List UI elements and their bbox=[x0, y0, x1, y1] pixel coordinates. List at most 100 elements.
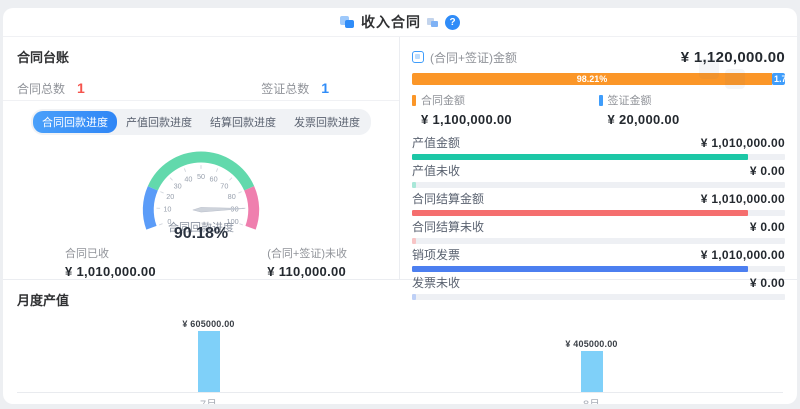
metric-bar-fill bbox=[412, 154, 748, 160]
stat-value: 1 bbox=[77, 80, 85, 96]
metric-label: 合同结算金额 bbox=[412, 192, 484, 207]
metric-value: ¥ 1,010,000.00 bbox=[701, 192, 785, 207]
metric-value: ¥ 1,010,000.00 bbox=[701, 248, 785, 263]
legend-item: 合同金额 ¥ 1,100,000.00 bbox=[412, 92, 599, 127]
legend-marker bbox=[412, 95, 416, 106]
ledger-stats: 合同总数 1 签证总数 1 bbox=[17, 80, 385, 97]
amount-summary-panel: (合同+签证)金额 ¥ 1,120,000.00 98.21%1.79% 合同金… bbox=[400, 37, 797, 279]
bar bbox=[581, 351, 603, 392]
metric-bar-fill bbox=[412, 238, 416, 244]
metric-bar-fill bbox=[412, 294, 416, 300]
contract-ledger-panel: 合同台账 合同总数 1 签证总数 1 合同回款进度产值回款进度结算回款进度发票回款进度… bbox=[3, 37, 400, 279]
metric-label: 产值金额 bbox=[412, 136, 460, 151]
app-header: 收入合同 ? bbox=[3, 8, 797, 37]
metric-value: ¥ 0.00 bbox=[750, 276, 785, 291]
chart-category: ¥ 605000.00 bbox=[17, 319, 400, 392]
metrics-list: 产值金额¥ 1,010,000.00产值未收¥ 0.00合同结算金额¥ 1,01… bbox=[412, 136, 785, 300]
legend-label: 签证金额 bbox=[608, 92, 652, 108]
metric-value: ¥ 0.00 bbox=[750, 220, 785, 235]
metric-bar bbox=[412, 266, 785, 272]
metric-label: 合同结算未收 bbox=[412, 220, 484, 235]
legend-label: 合同金额 bbox=[421, 92, 465, 108]
gauge-stat: 合同已收 ¥ 1,010,000.00 bbox=[65, 245, 156, 279]
watermark bbox=[699, 59, 745, 89]
stat-label: 签证总数 bbox=[261, 80, 309, 97]
svg-text:20: 20 bbox=[166, 192, 174, 201]
gauge-stats: 合同已收 ¥ 1,010,000.00 (合同+签证)未收 ¥ 110,000.00 bbox=[3, 243, 399, 279]
document-icon bbox=[412, 51, 424, 63]
bar-segment: 1.79% bbox=[772, 73, 785, 85]
legend-value: ¥ 1,100,000.00 bbox=[421, 112, 599, 127]
bar-value-label: ¥ 405000.00 bbox=[565, 339, 617, 349]
x-axis-label: 7月 bbox=[17, 393, 400, 404]
gauge-stat: (合同+签证)未收 ¥ 110,000.00 bbox=[267, 245, 347, 279]
files-icon bbox=[340, 15, 355, 29]
monthly-chart: ¥ 605000.00 ¥ 405000.00 bbox=[17, 311, 783, 393]
x-axis-label: 8月 bbox=[400, 393, 783, 404]
svg-text:60: 60 bbox=[210, 174, 218, 183]
metric-bar bbox=[412, 210, 785, 216]
copy-icon[interactable] bbox=[427, 17, 439, 28]
summary-label: (合同+签证)金额 bbox=[430, 49, 517, 66]
metric-header: 产值未收¥ 0.00 bbox=[412, 164, 785, 179]
metric-bar bbox=[412, 182, 785, 188]
metric-label: 销项发票 bbox=[412, 248, 460, 263]
legend-marker bbox=[599, 95, 603, 106]
ledger-title: 合同台账 bbox=[17, 47, 385, 66]
metric-row: 产值未收¥ 0.00 bbox=[412, 164, 785, 188]
metric-bar-fill bbox=[412, 210, 748, 216]
progress-section: 合同回款进度产值回款进度结算回款进度发票回款进度 010203040506070… bbox=[3, 101, 399, 279]
amount-legend: 合同金额 ¥ 1,100,000.00 签证金额 ¥ 20,000.00 bbox=[412, 92, 785, 127]
monthly-chart-x-axis: 7月8月 bbox=[17, 393, 783, 404]
svg-text:50: 50 bbox=[197, 172, 205, 181]
metric-label: 产值未收 bbox=[412, 164, 460, 179]
legend-value: ¥ 20,000.00 bbox=[608, 112, 786, 127]
stat-value: 1 bbox=[321, 80, 329, 96]
metric-header: 发票未收 ¥ 0.00 bbox=[412, 276, 785, 291]
progress-tab[interactable]: 合同回款进度 bbox=[33, 111, 117, 133]
ledger-section: 合同台账 合同总数 1 签证总数 1 bbox=[3, 37, 399, 101]
progress-tab[interactable]: 产值回款进度 bbox=[117, 111, 201, 133]
chart-category: ¥ 405000.00 bbox=[400, 339, 783, 392]
svg-text:10: 10 bbox=[163, 204, 171, 213]
summary-label-wrap: (合同+签证)金额 bbox=[412, 49, 517, 66]
gauge: 0102030405060708090100 合同回款进度 bbox=[99, 137, 303, 237]
metric-label: 发票未收 bbox=[412, 276, 460, 291]
metric-row: 合同结算未收 ¥ 0.00 bbox=[412, 220, 785, 244]
metric-bar bbox=[412, 294, 785, 300]
metric-row: 合同结算金额 ¥ 1,010,000.00 bbox=[412, 192, 785, 216]
metric-bar bbox=[412, 154, 785, 160]
legend-head: 合同金额 bbox=[412, 92, 599, 108]
stat-label: 合同总数 bbox=[17, 80, 65, 97]
gauge-stat-value: ¥ 1,010,000.00 bbox=[65, 264, 156, 279]
metric-header: 合同结算金额 ¥ 1,010,000.00 bbox=[412, 192, 785, 207]
metric-header: 销项发票 ¥ 1,010,000.00 bbox=[412, 248, 785, 263]
progress-tab[interactable]: 结算回款进度 bbox=[201, 111, 285, 133]
help-icon[interactable]: ? bbox=[445, 15, 460, 30]
legend-head: 签证金额 bbox=[599, 92, 786, 108]
progress-tab[interactable]: 发票回款进度 bbox=[285, 111, 369, 133]
metric-bar-fill bbox=[412, 266, 748, 272]
ledger-stat: 签证总数 1 bbox=[261, 80, 329, 97]
svg-text:40: 40 bbox=[184, 174, 192, 183]
dashboard-card: 收入合同 ? 合同台账 合同总数 1 签证总数 1 合同回款进度产值回款进度结算回款进… bbox=[3, 8, 797, 404]
legend-item: 签证金额 ¥ 20,000.00 bbox=[599, 92, 786, 127]
metric-row: 发票未收 ¥ 0.00 bbox=[412, 276, 785, 300]
svg-text:30: 30 bbox=[174, 181, 182, 190]
progress-tabs: 合同回款进度产值回款进度结算回款进度发票回款进度 bbox=[31, 109, 371, 135]
metric-header: 产值金额¥ 1,010,000.00 bbox=[412, 136, 785, 151]
metric-header: 合同结算未收 ¥ 0.00 bbox=[412, 220, 785, 235]
svg-text:70: 70 bbox=[220, 181, 228, 190]
metric-bar-fill bbox=[412, 182, 416, 188]
main-zone: 合同台账 合同总数 1 签证总数 1 合同回款进度产值回款进度结算回款进度发票回款进度… bbox=[3, 37, 797, 280]
page-title: 收入合同 bbox=[361, 12, 421, 32]
metric-row: 产值金额¥ 1,010,000.00 bbox=[412, 136, 785, 160]
gauge-value: 90.18% bbox=[174, 225, 228, 243]
gauge-stat-label: 合同已收 bbox=[65, 245, 156, 261]
gauge-stat-label: (合同+签证)未收 bbox=[267, 245, 347, 261]
gauge-stat-value: ¥ 110,000.00 bbox=[267, 264, 347, 279]
bar bbox=[198, 331, 220, 392]
metric-row: 销项发票 ¥ 1,010,000.00 bbox=[412, 248, 785, 272]
ledger-stat: 合同总数 1 bbox=[17, 80, 85, 97]
svg-text:80: 80 bbox=[228, 192, 236, 201]
